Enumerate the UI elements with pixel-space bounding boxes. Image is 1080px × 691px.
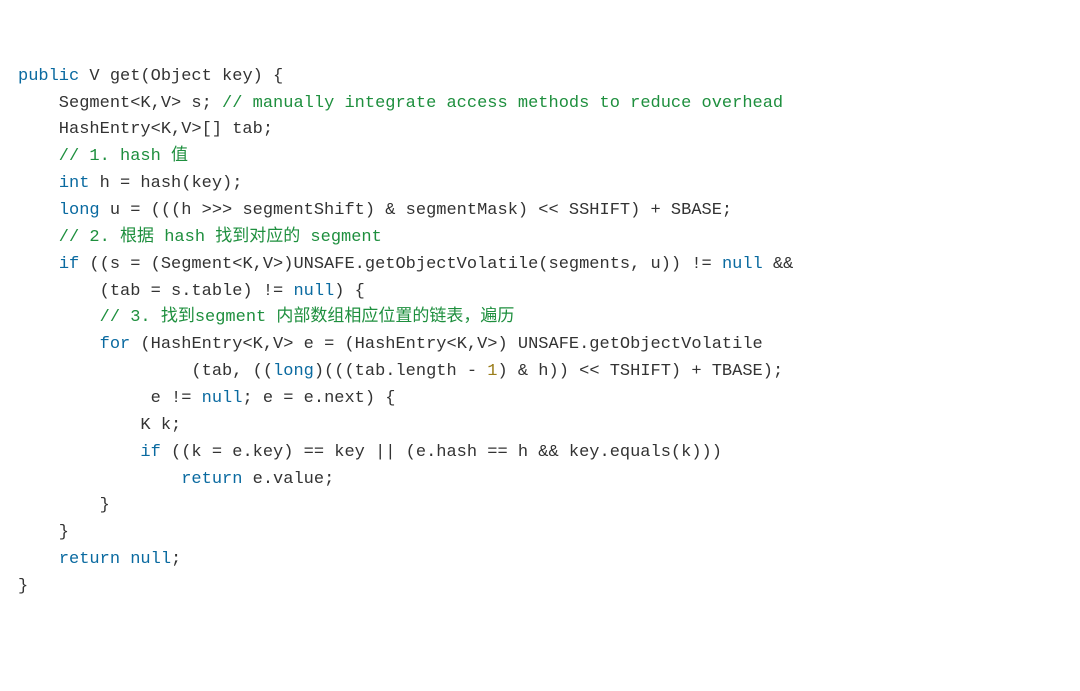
code-text: K k; — [18, 416, 181, 435]
code-text: (tab = s.table) != — [18, 282, 293, 301]
code-text — [18, 255, 59, 274]
number: 1 — [487, 362, 497, 381]
code-line: K k; — [18, 416, 181, 435]
code-text: ) & h)) << TSHIFT) + TBASE); — [498, 362, 784, 381]
code-text: e.value; — [242, 470, 334, 489]
code-text: } — [18, 577, 28, 596]
comment: // 3. 找到segment 内部数组相应位置的链表，遍历 — [18, 308, 514, 327]
code-text: e != — [18, 389, 202, 408]
keyword-int: int — [59, 174, 90, 193]
code-text: u = (((h >>> segmentShift) & segmentMask… — [100, 201, 733, 220]
code-text: ((k = e.key) == key || (e.hash == h && k… — [161, 443, 722, 462]
code-text: ; e = e.next) { — [242, 389, 395, 408]
code-line: if ((s = (Segment<K,V>)UNSAFE.getObjectV… — [18, 255, 793, 274]
code-line: int h = hash(key); — [18, 174, 242, 193]
code-text: Segment<K,V> s; — [18, 94, 222, 113]
code-line: (tab = s.table) != null) { — [18, 282, 365, 301]
code-text — [18, 550, 59, 569]
code-line: (tab, ((long)(((tab.length - 1) & h)) <<… — [18, 362, 783, 381]
code-text: ((s = (Segment<K,V>)UNSAFE.getObjectVola… — [79, 255, 722, 274]
code-line: } — [18, 523, 69, 542]
comment: // manually integrate access methods to … — [222, 94, 783, 113]
code-text: (tab, (( — [18, 362, 273, 381]
code-text: h = hash(key); — [89, 174, 242, 193]
code-line: // 3. 找到segment 内部数组相应位置的链表，遍历 — [18, 308, 514, 327]
code-line: Segment<K,V> s; // manually integrate ac… — [18, 94, 783, 113]
keyword-long: long — [273, 362, 314, 381]
code-text: (HashEntry<K,V> e = (HashEntry<K,V>) UNS… — [130, 335, 763, 354]
keyword-null: null — [722, 255, 763, 274]
code-line: if ((k = e.key) == key || (e.hash == h &… — [18, 443, 722, 462]
keyword-return-null: return null — [59, 550, 171, 569]
comment: // 1. hash 值 — [18, 147, 188, 166]
code-text: } — [18, 523, 69, 542]
code-line: return e.value; — [18, 470, 334, 489]
code-line: public V get(Object key) { — [18, 67, 283, 86]
code-text: } — [18, 496, 110, 515]
code-line: } — [18, 496, 110, 515]
code-text: ; — [171, 550, 181, 569]
code-text — [18, 443, 140, 462]
keyword-null: null — [293, 282, 334, 301]
keyword-public: public — [18, 67, 79, 86]
keyword-for: for — [100, 335, 131, 354]
code-line: e != null; e = e.next) { — [18, 389, 395, 408]
code-text — [18, 174, 59, 193]
code-text: ) { — [334, 282, 365, 301]
code-text — [18, 335, 100, 354]
keyword-if: if — [59, 255, 79, 274]
code-text: && — [763, 255, 794, 274]
code-line: // 2. 根据 hash 找到对应的 segment — [18, 228, 382, 247]
comment: // 2. 根据 hash 找到对应的 segment — [18, 228, 382, 247]
code-text: HashEntry<K,V>[] tab; — [18, 120, 273, 139]
code-line: } — [18, 577, 28, 596]
keyword-if: if — [140, 443, 160, 462]
code-block: public V get(Object key) { Segment<K,V> … — [18, 64, 1062, 601]
code-text: V get(Object key) { — [79, 67, 283, 86]
code-line: long u = (((h >>> segmentShift) & segmen… — [18, 201, 732, 220]
keyword-return: return — [181, 470, 242, 489]
code-line: HashEntry<K,V>[] tab; — [18, 120, 273, 139]
code-text: )(((tab.length - — [314, 362, 487, 381]
code-text — [18, 201, 59, 220]
keyword-null: null — [202, 389, 243, 408]
code-line: // 1. hash 值 — [18, 147, 188, 166]
code-text — [18, 470, 181, 489]
keyword-long: long — [59, 201, 100, 220]
code-line: return null; — [18, 550, 181, 569]
code-line: for (HashEntry<K,V> e = (HashEntry<K,V>)… — [18, 335, 763, 354]
